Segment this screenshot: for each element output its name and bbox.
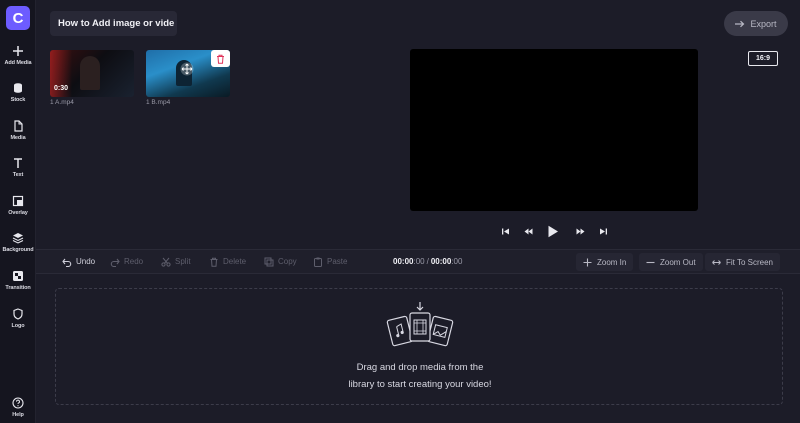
media-duration: 0:30 [54,85,69,92]
skip-end-button[interactable] [596,224,610,238]
media-filename: 1 A.mp4 [50,99,74,106]
redo-button[interactable]: Redo [110,250,143,273]
database-icon [14,83,22,93]
current-time: 00:00 [393,257,414,266]
layers-icon [12,233,24,244]
timeline-empty-message: Drag and drop media from the library to … [348,362,492,390]
undo-button[interactable]: Undo [62,250,95,273]
sidebar-item-background[interactable]: Background [0,230,36,264]
plus-icon [583,258,592,266]
fit-to-screen-button[interactable]: Fit To Screen [705,253,780,271]
help-icon [12,397,24,409]
sidebar-item-logo[interactable]: Logo [0,306,36,340]
overlay-icon [12,195,24,207]
export-button[interactable]: Export [724,11,788,36]
plus-icon [13,46,23,56]
aspect-ratio-button[interactable]: 16:9 [748,51,778,66]
sidebar-item-help[interactable]: Help [0,395,36,423]
delete-button[interactable]: Delete [209,250,246,273]
timeline-toolbar: Undo Redo Split Delete Copy Paste 00:00:… [36,249,800,274]
minus-icon [646,261,655,263]
redo-icon [110,258,120,267]
transition-icon [13,271,23,281]
scissors-icon [161,257,171,267]
fast-forward-button[interactable] [573,224,587,238]
text-icon [14,158,22,168]
skip-back-icon [501,228,509,234]
sidebar-item-label: Stock [10,97,26,103]
shield-icon [13,308,23,320]
fit-arrows-icon [712,259,721,265]
rewind-button[interactable] [521,224,535,238]
zoom-out-button[interactable]: Zoom Out [639,253,703,271]
arrow-right-icon [735,20,745,27]
split-button[interactable]: Split [161,250,191,273]
sidebar-item-transition[interactable]: Transition [0,268,36,302]
copy-icon [264,257,274,266]
sidebar-item-label: Background [2,247,34,253]
trash-icon [217,54,224,64]
delete-media-button[interactable] [211,50,230,67]
app-logo[interactable]: C [6,6,30,30]
paste-button[interactable]: Paste [313,250,347,273]
project-title-input[interactable]: How to Add image or vide [50,11,177,36]
move-cursor-icon [180,62,194,76]
file-icon [14,120,23,132]
skip-forward-icon [599,228,607,234]
sidebar-item-label: Help [12,412,24,418]
total-time: 00:00 [430,257,452,266]
play-icon [548,225,558,237]
copy-button[interactable]: Copy [264,250,297,273]
sidebar-item-stock[interactable]: Stock [0,80,36,114]
trash-icon [210,257,218,267]
time-display: 00:00:00 / 00:00:00 [393,257,463,266]
sidebar-item-label: Overlay [8,210,28,216]
sidebar-item-label: Transition [5,285,31,291]
zoom-in-button[interactable]: Zoom In [576,253,634,271]
sidebar-item-overlay[interactable]: Overlay [0,193,36,227]
media-cards-icon [386,302,454,347]
video-preview[interactable] [410,49,698,211]
export-label: Export [750,18,777,29]
paste-icon [314,257,322,267]
sidebar-item-add-media[interactable]: Add Media [0,43,36,77]
rewind-icon [524,228,532,234]
fast-forward-icon [576,228,584,234]
skip-start-button[interactable] [498,224,512,238]
left-sidebar: C Add Media Stock Media Text Overlay Bac… [0,0,36,423]
media-thumbnail[interactable]: 0:30 [50,50,134,97]
sidebar-item-media[interactable]: Media [0,118,36,152]
sidebar-item-text[interactable]: Text [0,155,36,189]
sidebar-item-label: Add Media [4,60,32,66]
undo-icon [62,258,72,267]
sidebar-item-label: Text [12,172,24,178]
play-button[interactable] [546,224,560,238]
sidebar-item-label: Media [10,135,26,141]
sidebar-item-label: Logo [11,323,25,329]
media-filename: 1 B.mp4 [146,99,171,106]
